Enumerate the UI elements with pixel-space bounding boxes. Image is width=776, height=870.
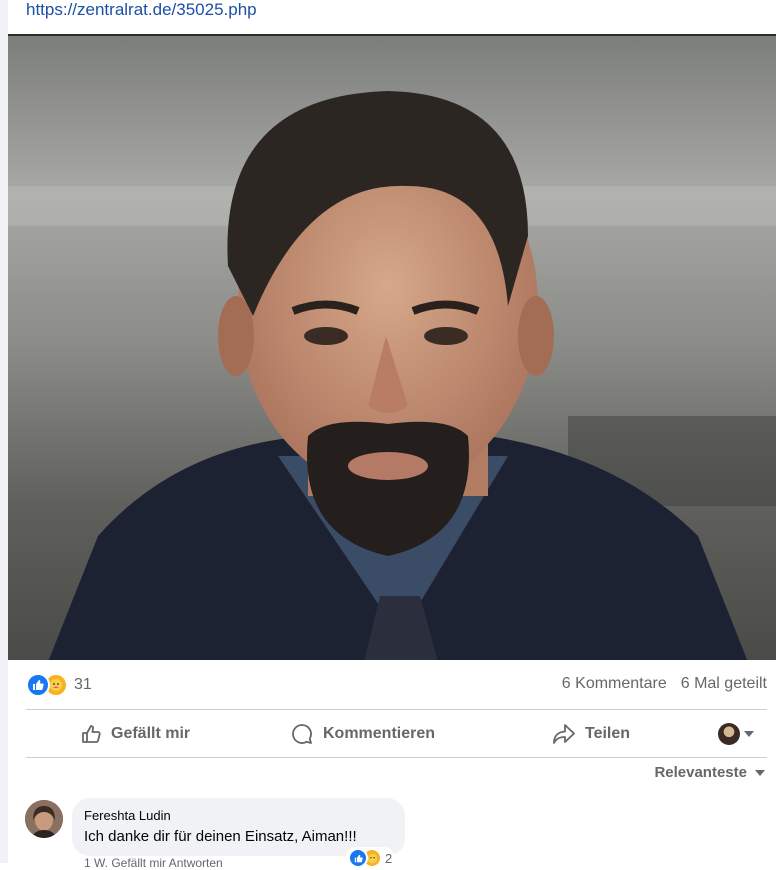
post-stats: 6 Kommentare 6 Mal geteilt bbox=[562, 675, 767, 693]
reaction-count: 31 bbox=[74, 676, 92, 693]
chevron-down-icon bbox=[755, 769, 765, 776]
comment-bubble-icon bbox=[292, 724, 312, 744]
avatar bbox=[718, 723, 740, 745]
divider bbox=[26, 757, 767, 758]
like-label: Gefällt mir bbox=[111, 725, 191, 742]
comment-label: Kommentieren bbox=[323, 725, 436, 742]
post-link[interactable]: https://zentralrat.de/35025.php bbox=[26, 0, 257, 20]
share-button[interactable]: Teilen bbox=[552, 723, 630, 745]
post-photo[interactable] bbox=[8, 34, 776, 660]
left-rail bbox=[0, 0, 8, 863]
divider bbox=[26, 709, 767, 710]
commenter-avatar[interactable] bbox=[25, 800, 63, 838]
chevron-down-icon bbox=[744, 731, 754, 737]
comment-sort-dropdown[interactable]: Relevanteste bbox=[654, 764, 765, 781]
sort-label: Relevanteste bbox=[654, 764, 747, 781]
reactions-summary[interactable]: 31 bbox=[26, 673, 92, 697]
share-label: Teilen bbox=[585, 725, 631, 742]
action-bar: Gefällt mir Kommentieren Teilen bbox=[26, 712, 767, 756]
thumbs-up-icon bbox=[82, 725, 101, 743]
share-count[interactable]: 6 Mal geteilt bbox=[681, 675, 767, 693]
comment-button[interactable]: Kommentieren bbox=[290, 722, 435, 746]
post-as-selector[interactable] bbox=[718, 723, 754, 745]
like-button[interactable]: Gefällt mir bbox=[80, 723, 190, 745]
portrait-image bbox=[8, 36, 776, 660]
like-reaction-icon bbox=[26, 673, 50, 697]
comment-meta[interactable]: 1 W. Gefällt mir Antworten bbox=[84, 856, 223, 870]
like-reaction-icon bbox=[348, 848, 368, 868]
share-arrow-icon bbox=[553, 724, 575, 744]
comment-reaction-count: 2 bbox=[385, 850, 393, 866]
comment-text: Ich danke dir für deinen Einsatz, Aiman!… bbox=[84, 828, 357, 845]
comment-reactions[interactable]: 2 bbox=[346, 847, 395, 869]
comment-author[interactable]: Fereshta Ludin bbox=[84, 808, 171, 823]
comment-count[interactable]: 6 Kommentare bbox=[562, 675, 667, 693]
